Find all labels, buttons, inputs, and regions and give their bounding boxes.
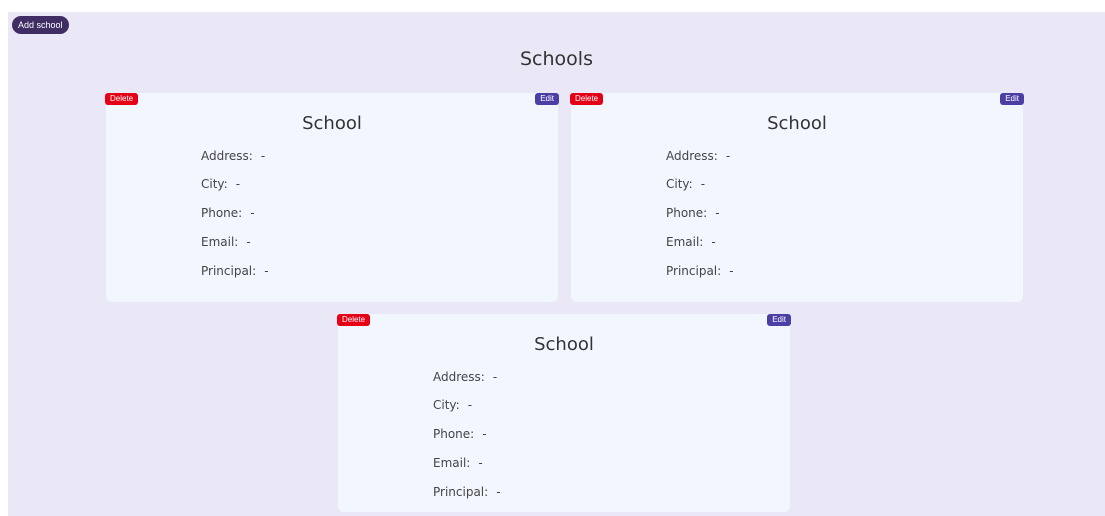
field-label: Address: xyxy=(666,149,718,163)
field-value: - xyxy=(492,370,498,384)
delete-button[interactable]: Delete xyxy=(105,93,139,105)
phone-field: Phone: - xyxy=(666,206,720,220)
add-school-button[interactable]: Add school xyxy=(12,16,69,34)
card-title: School xyxy=(767,113,827,134)
field-label: Phone: xyxy=(201,206,243,220)
address-field: Address: - xyxy=(666,149,730,163)
field-label: Email: xyxy=(433,456,471,470)
field-label: Principal: xyxy=(433,485,489,499)
school-card: Delete Edit School Address: - City: - Phon… xyxy=(337,314,791,512)
field-label: Phone: xyxy=(433,427,475,441)
field-label: City: xyxy=(201,177,228,191)
field-value: - xyxy=(478,456,483,470)
delete-button[interactable]: Delete xyxy=(570,93,604,105)
email-field: Email: - xyxy=(433,456,483,470)
field-label: City: xyxy=(666,177,693,191)
field-label: Address: xyxy=(433,370,485,384)
field-value: - xyxy=(711,235,716,249)
field-value: - xyxy=(729,264,734,278)
address-field: Address: - xyxy=(433,370,497,384)
principal-field: Principal: - xyxy=(666,264,734,278)
field-value: - xyxy=(725,149,731,163)
city-field: City: - xyxy=(433,398,472,412)
field-label: Email: xyxy=(666,235,704,249)
field-label: Email: xyxy=(201,235,239,249)
city-field: City: - xyxy=(201,177,240,191)
field-value: - xyxy=(482,427,487,441)
address-field: Address: - xyxy=(201,149,265,163)
school-card: Delete Edit School Address: - City: - Phon… xyxy=(570,93,1024,302)
edit-button[interactable]: Edit xyxy=(535,93,559,105)
field-value: - xyxy=(496,485,501,499)
field-label: City: xyxy=(433,398,460,412)
principal-field: Principal: - xyxy=(201,264,269,278)
field-value: - xyxy=(467,398,473,412)
field-label: Principal: xyxy=(666,264,722,278)
phone-field: Phone: - xyxy=(201,206,255,220)
card-title: School xyxy=(302,113,362,134)
field-label: Address: xyxy=(201,149,253,163)
field-value: - xyxy=(715,206,720,220)
email-field: Email: - xyxy=(201,235,251,249)
page-title: Schools xyxy=(520,48,593,70)
field-value: - xyxy=(250,206,255,220)
principal-field: Principal: - xyxy=(433,485,501,499)
phone-field: Phone: - xyxy=(433,427,487,441)
field-value: - xyxy=(264,264,269,278)
field-value: - xyxy=(700,177,706,191)
field-label: Phone: xyxy=(666,206,708,220)
page-container: Add school Schools Delete Edit School Ad… xyxy=(8,12,1105,516)
delete-button[interactable]: Delete xyxy=(337,314,371,326)
field-value: - xyxy=(246,235,251,249)
field-label: Principal: xyxy=(201,264,257,278)
field-value: - xyxy=(260,149,266,163)
card-title: School xyxy=(534,334,594,355)
field-value: - xyxy=(235,177,241,191)
school-card: Delete Edit School Address: - City: - Phon… xyxy=(105,93,559,302)
email-field: Email: - xyxy=(666,235,716,249)
edit-button[interactable]: Edit xyxy=(767,314,791,326)
edit-button[interactable]: Edit xyxy=(1000,93,1024,105)
city-field: City: - xyxy=(666,177,705,191)
